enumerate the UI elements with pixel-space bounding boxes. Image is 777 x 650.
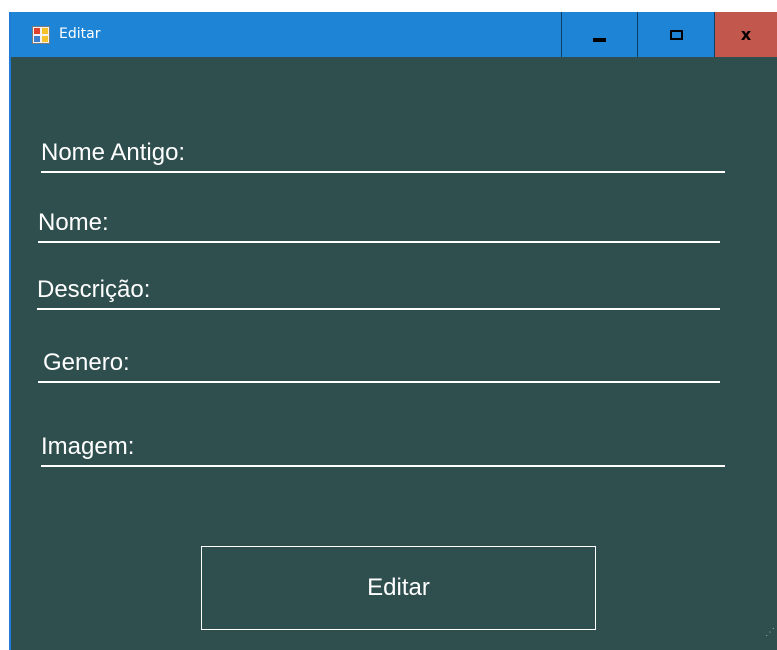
nome-underline [38, 241, 720, 243]
descricao-underline [37, 308, 720, 310]
imagem-field[interactable]: Imagem: [41, 427, 725, 467]
close-button[interactable]: x [715, 12, 777, 57]
app-form-icon [32, 26, 50, 44]
nome-label: Nome: [38, 209, 109, 236]
genero-field[interactable]: Genero: [38, 343, 720, 383]
maximize-icon [669, 29, 683, 40]
title-bar[interactable]: Editar x [11, 12, 777, 57]
maximize-button[interactable] [638, 12, 715, 57]
editar-button[interactable]: Editar [201, 546, 596, 630]
editar-window: Editar x Nome Antigo: Nome: Descrição: G… [9, 12, 777, 650]
descricao-label: Descrição: [37, 276, 151, 303]
genero-underline [38, 381, 720, 383]
nome-field[interactable]: Nome: [38, 203, 720, 243]
minimize-icon [593, 37, 606, 42]
nome-antigo-label: Nome Antigo: [41, 139, 186, 166]
descricao-field[interactable]: Descrição: [37, 270, 720, 310]
nome-antigo-field[interactable]: Nome Antigo: [41, 133, 725, 173]
close-icon: x [740, 25, 752, 44]
nome-antigo-underline [41, 171, 725, 173]
genero-label: Genero: [43, 349, 130, 376]
resize-grip-icon[interactable]: ⋰ [765, 627, 775, 638]
minimize-button[interactable] [561, 12, 638, 57]
imagem-underline [41, 465, 725, 467]
imagem-label: Imagem: [41, 433, 135, 460]
window-title: Editar [59, 26, 101, 42]
